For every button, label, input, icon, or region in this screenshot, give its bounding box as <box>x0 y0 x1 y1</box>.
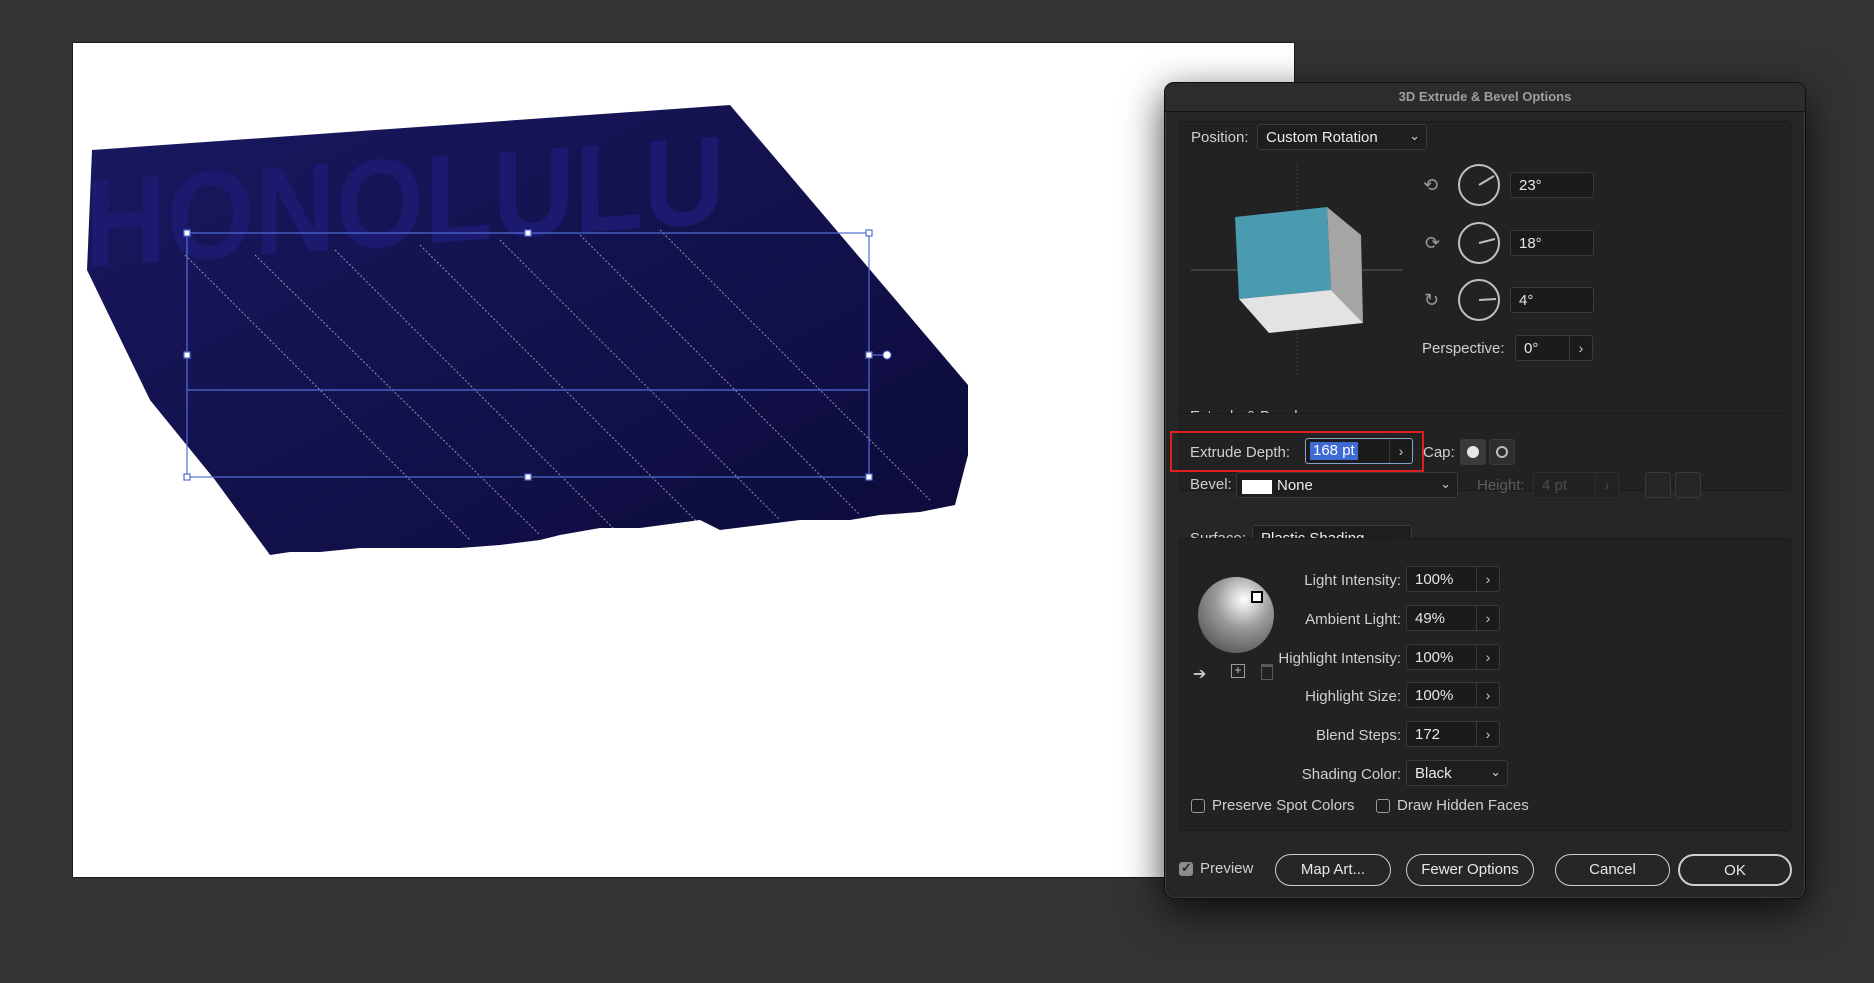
dialog-title: 3D Extrude & Bevel Options <box>1165 83 1805 112</box>
x-axis-rotate-icon: ⟲ <box>1423 175 1439 195</box>
chevron-right-icon[interactable]: › <box>1389 439 1412 463</box>
chevron-right-icon[interactable]: › <box>1476 683 1499 707</box>
z-dial-needle <box>1478 298 1497 301</box>
cap-off-icon <box>1496 446 1508 458</box>
extrude-depth-field[interactable]: 168 pt › <box>1305 438 1413 464</box>
draw-hidden-faces-checkbox[interactable] <box>1376 799 1390 813</box>
chevron-right-icon[interactable]: › <box>1476 645 1499 669</box>
highlight-size-label: Highlight Size: <box>1305 688 1401 705</box>
bevel-label: Bevel: <box>1190 476 1232 493</box>
draw-hidden-faces-label[interactable]: Draw Hidden Faces <box>1397 797 1529 814</box>
chevron-right-icon[interactable]: › <box>1476 567 1499 591</box>
preview-checkbox[interactable] <box>1179 860 1193 876</box>
extrude-bevel-dialog: 3D Extrude & Bevel Options Position: Cus… <box>1164 82 1806 899</box>
chevron-down-icon: ⌄ <box>1409 128 1420 143</box>
ambient-light-field[interactable]: 49% › <box>1406 605 1500 631</box>
rotate-handle[interactable] <box>882 350 892 360</box>
highlight-size-field[interactable]: 100% › <box>1406 682 1500 708</box>
blend-steps-label: Blend Steps: <box>1315 727 1401 744</box>
move-light-back-icon[interactable]: ➔ <box>1193 664 1206 684</box>
y-angle-field[interactable]: 18° <box>1510 230 1594 256</box>
ok-button[interactable]: OK <box>1678 854 1792 886</box>
chevron-right-icon[interactable]: › <box>1476 606 1499 630</box>
bevel-out-button <box>1645 472 1671 498</box>
perspective-field[interactable]: 0° › <box>1515 335 1593 361</box>
light-intensity-field[interactable]: 100% › <box>1406 566 1500 592</box>
cube-front-face <box>1235 207 1331 299</box>
perspective-label: Perspective: <box>1422 340 1505 357</box>
chevron-down-icon: ⌄ <box>1490 764 1501 779</box>
height-field: 4 pt › <box>1533 472 1619 498</box>
cancel-button[interactable]: Cancel <box>1555 854 1670 886</box>
x-dial-needle <box>1478 175 1495 186</box>
fewer-options-button[interactable]: Fewer Options <box>1406 854 1534 886</box>
height-label: Height: <box>1477 477 1525 494</box>
chevron-down-icon: ⌄ <box>1440 476 1451 491</box>
y-dial-needle <box>1478 238 1496 244</box>
rotation-cube-track[interactable] <box>1191 165 1403 375</box>
map-art-button[interactable]: Map Art... <box>1275 854 1391 886</box>
lighting-sphere[interactable] <box>1198 577 1274 653</box>
z-axis-rotate-icon: ↻ <box>1424 290 1440 310</box>
cap-off-button[interactable] <box>1489 439 1515 465</box>
highlight-intensity-label: Highlight Intensity: <box>1278 650 1401 667</box>
cap-on-icon <box>1467 446 1479 458</box>
z-angle-field[interactable]: 4° <box>1510 287 1594 313</box>
bevel-select[interactable]: None ⌄ <box>1236 472 1458 498</box>
shading-color-select[interactable]: Black ⌄ <box>1406 760 1508 786</box>
position-label: Position: <box>1191 129 1249 146</box>
cap-label: Cap: <box>1423 444 1455 461</box>
shading-color-label: Shading Color: <box>1301 766 1401 783</box>
chevron-right-icon[interactable]: › <box>1476 722 1499 746</box>
position-select[interactable]: Custom Rotation ⌄ <box>1257 124 1427 150</box>
x-angle-field[interactable]: 23° <box>1510 172 1594 198</box>
blend-steps-field[interactable]: 172 › <box>1406 721 1500 747</box>
highlight-intensity-field[interactable]: 100% › <box>1406 644 1500 670</box>
bevel-swatch <box>1242 480 1272 494</box>
light-intensity-label: Light Intensity: <box>1304 572 1401 589</box>
chevron-right-icon: › <box>1595 473 1618 497</box>
new-light-icon[interactable]: + <box>1231 664 1245 678</box>
preserve-spot-colors-checkbox[interactable] <box>1191 799 1205 813</box>
chevron-right-icon[interactable]: › <box>1569 336 1592 360</box>
bevel-in-button <box>1675 472 1701 498</box>
extrude-depth-label: Extrude Depth: <box>1190 444 1291 461</box>
ambient-light-label: Ambient Light: <box>1305 611 1401 628</box>
preserve-spot-colors-label[interactable]: Preserve Spot Colors <box>1212 797 1355 814</box>
y-axis-rotate-icon: ⟳ <box>1425 233 1441 253</box>
cap-on-button[interactable] <box>1460 439 1486 465</box>
light-source-handle[interactable] <box>1251 591 1263 603</box>
preview-label[interactable]: Preview <box>1200 860 1253 877</box>
